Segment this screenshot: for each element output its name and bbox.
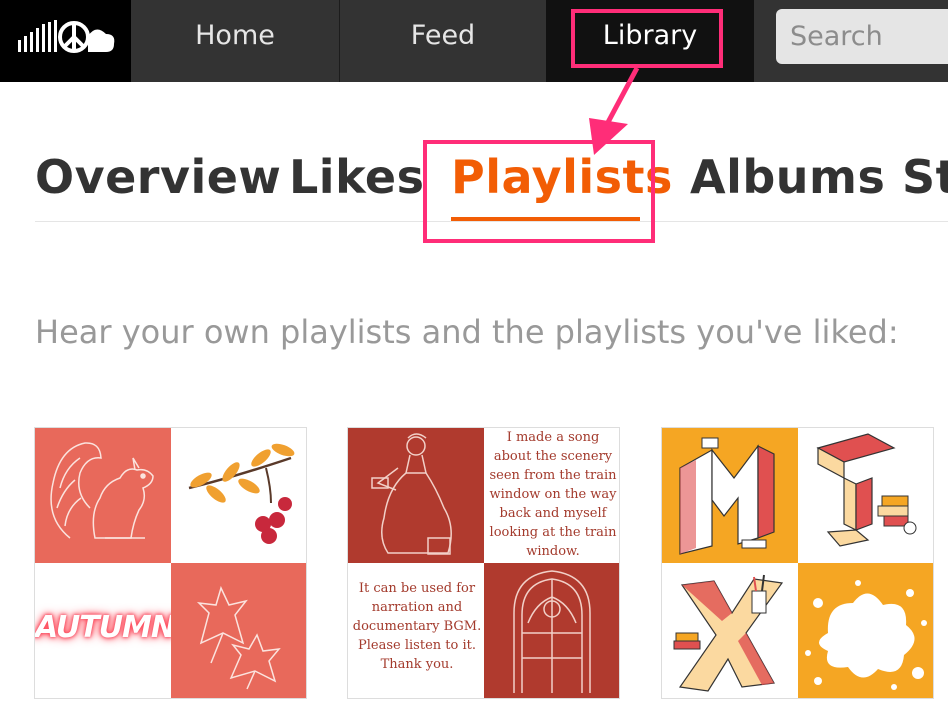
tab-stations[interactable]: St bbox=[902, 150, 948, 204]
letter-x-icon bbox=[673, 574, 784, 692]
letter-m-icon bbox=[679, 437, 775, 555]
nav-home[interactable]: Home bbox=[131, 0, 340, 82]
playlist-card-autumn[interactable]: AUTUMN bbox=[34, 427, 307, 699]
artwork-quadrant bbox=[798, 428, 933, 563]
tab-albums[interactable]: Albums bbox=[690, 150, 885, 204]
artwork-quadrant bbox=[662, 563, 798, 698]
playlist-card-mix[interactable] bbox=[661, 427, 934, 699]
artwork-quadrant: I made a song about the scenery seen fro… bbox=[484, 428, 619, 563]
squirrel-icon bbox=[50, 442, 154, 539]
highlight-playlists-box bbox=[423, 140, 655, 243]
playlist-card-train-window[interactable]: I made a song about the scenery seen fro… bbox=[347, 427, 620, 699]
artwork-note-text: I made a song about the scenery seen fro… bbox=[489, 430, 617, 559]
highlight-library-box bbox=[571, 9, 723, 68]
paint-splash-icon bbox=[805, 580, 927, 690]
artwork-quadrant bbox=[348, 428, 484, 563]
top-navigation-bar: Home Feed Library bbox=[0, 0, 948, 82]
artwork-quadrant: It can be used for narration and documen… bbox=[348, 563, 484, 698]
tab-likes[interactable]: Likes bbox=[289, 150, 425, 204]
search-input[interactable] bbox=[776, 9, 948, 64]
tab-overview[interactable]: Overview bbox=[35, 150, 281, 204]
artwork-quadrant: AUTUMN bbox=[35, 563, 171, 698]
artwork-quadrant bbox=[171, 563, 306, 698]
artwork-quadrant bbox=[484, 563, 619, 698]
artwork-note-text: It can be used for narration and documen… bbox=[352, 581, 482, 672]
gothic-window-icon bbox=[513, 570, 591, 693]
letter-i-icon bbox=[816, 433, 917, 547]
nav-feed[interactable]: Feed bbox=[340, 0, 546, 82]
artwork-quadrant bbox=[171, 428, 306, 563]
soundcloud-peace-logo-icon bbox=[18, 20, 115, 53]
autumn-artwork-text: AUTUMN bbox=[35, 610, 171, 645]
artwork-quadrant bbox=[35, 428, 171, 563]
maple-leaves-icon bbox=[196, 585, 281, 690]
branch-berries-icon bbox=[188, 443, 295, 544]
artwork-quadrant bbox=[798, 563, 933, 698]
artwork-quadrant bbox=[662, 428, 798, 563]
victorian-woman-icon bbox=[371, 433, 452, 555]
logo[interactable] bbox=[0, 0, 131, 82]
playlists-subtitle: Hear your own playlists and the playlist… bbox=[35, 313, 899, 351]
